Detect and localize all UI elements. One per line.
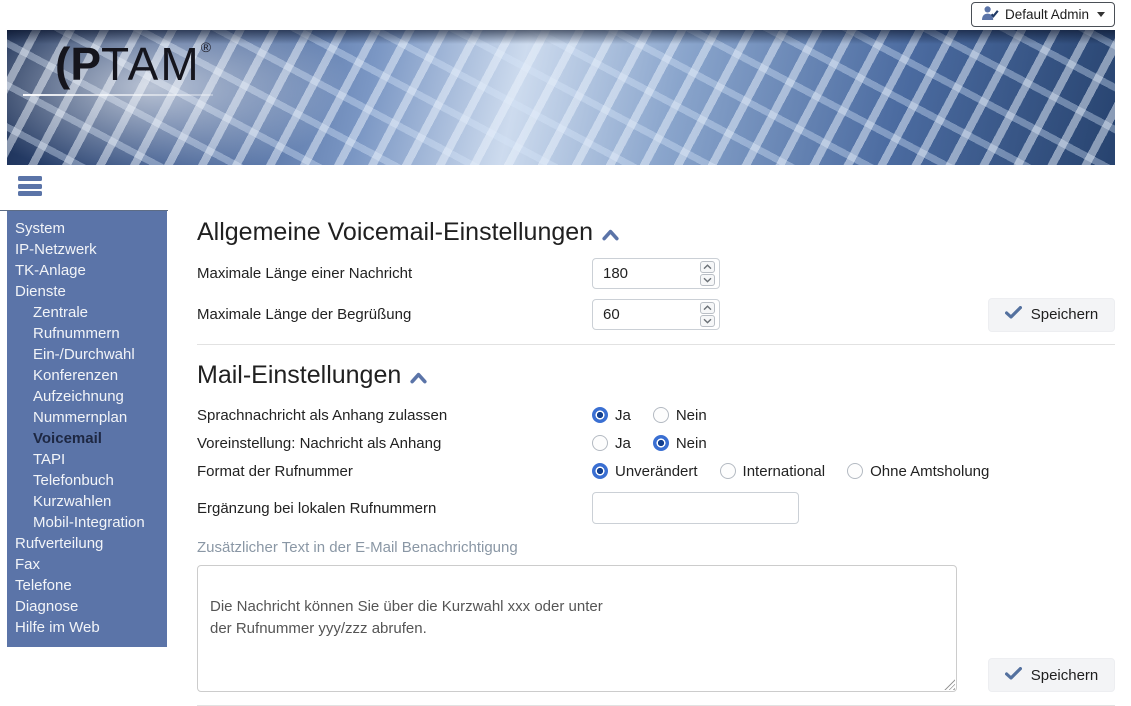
max-message-length-row: Maximale Länge einer Nachricht <box>197 258 1115 289</box>
sidebar-item-ein-durchwahl[interactable]: Ein-/Durchwahl <box>7 344 167 365</box>
sidebar-item-tapi[interactable]: TAPI <box>7 449 167 470</box>
save-general-button[interactable]: Speichern <box>988 298 1115 332</box>
max-greeting-length-row: Maximale Länge der Begrüßung Speichern <box>197 299 1115 330</box>
radio-icon <box>720 463 736 479</box>
chevron-up-icon[interactable] <box>410 362 427 391</box>
local-number-label: Ergänzung bei lokalen Rufnummern <box>197 500 592 517</box>
radio-icon <box>592 407 608 423</box>
chevron-down-icon <box>1097 12 1105 17</box>
local-number-input[interactable] <box>592 492 799 524</box>
registered-mark: ® <box>201 39 211 55</box>
logo-prefix: (P <box>55 38 101 90</box>
sidebar-top-divider <box>0 210 168 211</box>
radio-icon <box>592 435 608 451</box>
extra-text-textarea[interactable]: Die Nachricht können Sie über die Kurzwa… <box>197 565 957 692</box>
user-menu-button[interactable]: Default Admin <box>971 2 1115 27</box>
radio-icon <box>653 407 669 423</box>
header-banner: (PTAM® <box>7 30 1115 165</box>
sidebar-item-rufverteilung[interactable]: Rufverteilung <box>7 533 167 554</box>
radio-ja[interactable]: Ja <box>592 435 631 452</box>
max-greeting-length-label: Maximale Länge der Begrüßung <box>197 306 592 323</box>
sidebar-item-telefone[interactable]: Telefone <box>7 575 167 596</box>
radio-ohne-amtsholung[interactable]: Ohne Amtsholung <box>847 463 989 480</box>
sidebar-item-system[interactable]: System <box>7 218 167 239</box>
local-number-row: Ergänzung bei lokalen Rufnummern <box>197 492 1115 524</box>
iptam-logo: (PTAM® <box>55 40 211 87</box>
save-mail-button[interactable]: Speichern <box>988 658 1115 692</box>
spin-up-icon[interactable] <box>700 261 715 273</box>
spin-down-icon[interactable] <box>700 274 715 286</box>
sidebar-item-dienste[interactable]: Dienste <box>7 281 167 302</box>
sidebar-item-rufnummern[interactable]: Rufnummern <box>7 323 167 344</box>
mail-section-title: Mail-Einstellungen <box>197 359 1115 391</box>
spin-up-icon[interactable] <box>700 302 715 314</box>
max-greeting-length-stepper <box>592 299 720 330</box>
hamburger-icon[interactable] <box>18 176 42 199</box>
sidebar-item-tk-anlage[interactable]: TK-Anlage <box>7 260 167 281</box>
attachment-allow-label: Sprachnachricht als Anhang zulassen <box>197 407 592 424</box>
section-divider <box>197 344 1115 345</box>
logo-rest: TAM <box>101 38 201 90</box>
attachment-default-label: Voreinstellung: Nachricht als Anhang <box>197 435 592 452</box>
sidebar-item-voicemail[interactable]: Voicemail <box>7 428 167 449</box>
sidebar-item-konferenzen[interactable]: Konferenzen <box>7 365 167 386</box>
radio-icon <box>653 435 669 451</box>
number-format-row: Format der Rufnummer Unverändert Interna… <box>197 457 1115 485</box>
number-format-label: Format der Rufnummer <box>197 463 592 480</box>
sidebar-item-aufzeichnung[interactable]: Aufzeichnung <box>7 386 167 407</box>
attachment-default-row: Voreinstellung: Nachricht als Anhang Ja … <box>197 429 1115 457</box>
extra-text-row: Die Nachricht können Sie über die Kurzwa… <box>197 565 1115 692</box>
check-icon <box>1005 306 1022 323</box>
radio-icon <box>592 463 608 479</box>
extra-text-label: Zusätzlicher Text in der E-Mail Benachri… <box>197 539 1115 556</box>
general-section-title: Allgemeine Voicemail-Einstellungen <box>197 216 1115 248</box>
radio-nein[interactable]: Nein <box>653 435 707 452</box>
sidebar-item-ip-netzwerk[interactable]: IP-Netzwerk <box>7 239 167 260</box>
menu-toggle-row <box>0 165 1131 211</box>
logo-underline <box>23 94 213 96</box>
max-message-length-label: Maximale Länge einer Nachricht <box>197 265 592 282</box>
radio-international[interactable]: International <box>720 463 826 480</box>
sidebar-item-zentrale[interactable]: Zentrale <box>7 302 167 323</box>
sidebar-item-mobil-integration[interactable]: Mobil-Integration <box>7 512 167 533</box>
radio-unveraendert[interactable]: Unverändert <box>592 463 698 480</box>
sidebar-item-fax[interactable]: Fax <box>7 554 167 575</box>
sidebar-item-telefonbuch[interactable]: Telefonbuch <box>7 470 167 491</box>
sidebar-item-kurzwahlen[interactable]: Kurzwahlen <box>7 491 167 512</box>
user-check-icon <box>981 5 999 24</box>
check-icon <box>1005 667 1022 684</box>
radio-icon <box>847 463 863 479</box>
sidebar-nav: System IP-Netzwerk TK-Anlage Dienste Zen… <box>7 211 167 647</box>
max-message-length-stepper <box>592 258 720 289</box>
sidebar-item-nummernplan[interactable]: Nummernplan <box>7 407 167 428</box>
attachment-allow-row: Sprachnachricht als Anhang zulassen Ja N… <box>197 401 1115 429</box>
user-menu-label: Default Admin <box>1005 7 1089 22</box>
radio-ja[interactable]: Ja <box>592 407 631 424</box>
spin-down-icon[interactable] <box>700 315 715 327</box>
radio-nein[interactable]: Nein <box>653 407 707 424</box>
content-area: Allgemeine Voicemail-Einstellungen Maxim… <box>197 211 1115 706</box>
chevron-up-icon[interactable] <box>602 219 619 248</box>
main-layout: System IP-Netzwerk TK-Anlage Dienste Zen… <box>0 211 1131 706</box>
sidebar-item-hilfe-im-web[interactable]: Hilfe im Web <box>7 617 167 638</box>
sidebar-item-diagnose[interactable]: Diagnose <box>7 596 167 617</box>
topbar: Default Admin <box>0 0 1131 28</box>
